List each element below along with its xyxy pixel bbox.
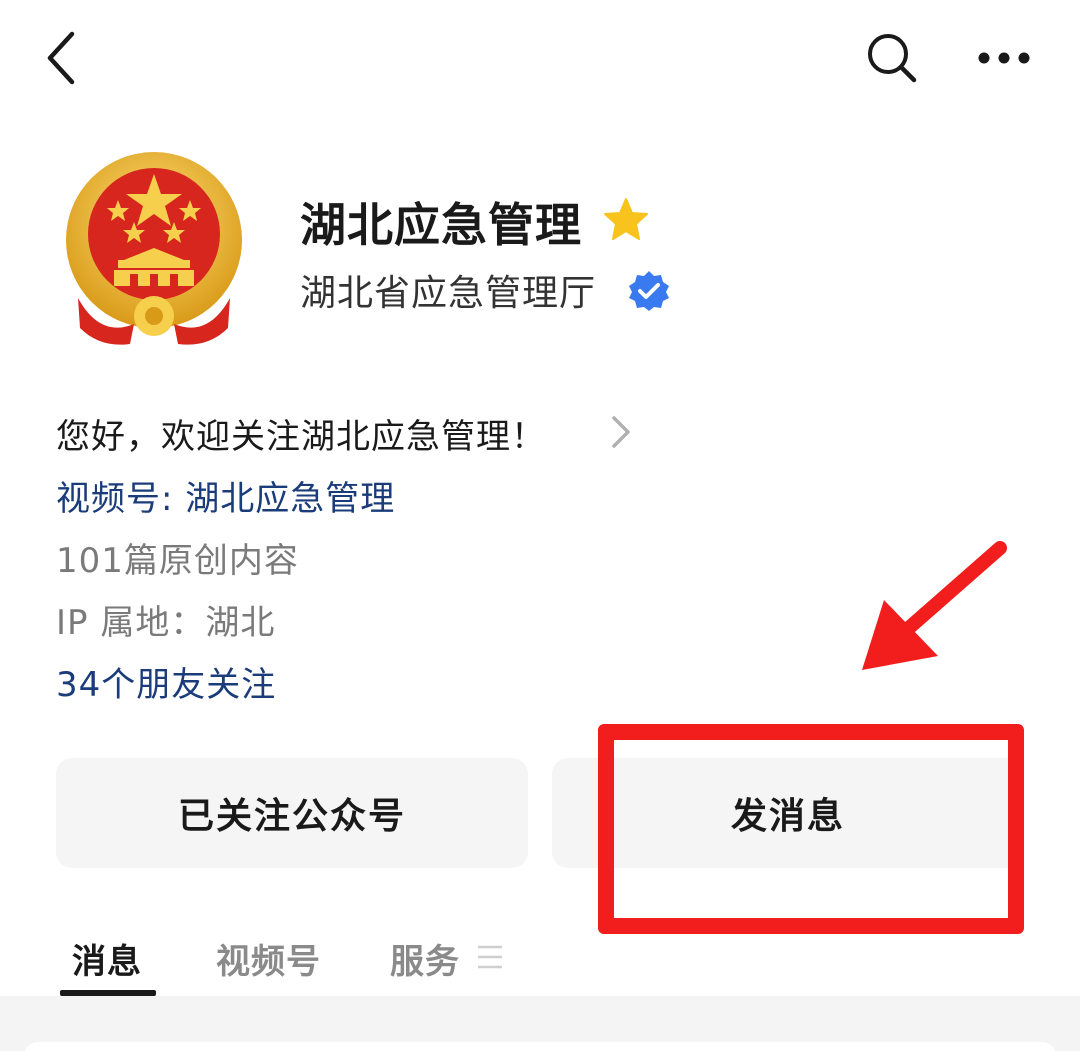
followed-account-button[interactable]: 已关注公众号	[56, 758, 528, 868]
menu-icon[interactable]	[476, 942, 504, 972]
search-button[interactable]	[856, 26, 928, 90]
account-name: 湖北应急管理	[300, 198, 582, 252]
chevron-right-icon[interactable]	[606, 414, 636, 450]
annotation-arrow-icon	[862, 541, 1007, 670]
back-button[interactable]	[30, 26, 94, 90]
ip-location: IP 属地：湖北	[56, 602, 276, 643]
intro-text[interactable]: 您好，欢迎关注湖北应急管理！	[56, 408, 546, 458]
message-card[interactable]	[24, 1042, 1056, 1051]
tab-messages[interactable]: 消息	[72, 930, 142, 986]
more-button[interactable]	[968, 26, 1040, 90]
organization-name[interactable]: 湖北省应急管理厅	[300, 262, 596, 318]
friends-following-link[interactable]: 34个朋友关注	[56, 656, 276, 706]
chevron-left-icon	[47, 31, 75, 85]
national-emblem-icon[interactable]	[60, 148, 248, 348]
verified-badge-icon	[629, 271, 669, 311]
more-horizontal-icon	[978, 52, 1030, 64]
video-channel-link[interactable]: 视频号: 湖北应急管理	[56, 470, 395, 520]
star-badge-icon[interactable]	[602, 196, 650, 244]
account-profile-page: 湖北应急管理 湖北省应急管理厅 您好，欢迎关注湖北应急管理！ 视频号: 湖北应急…	[0, 0, 1080, 1051]
highlight-box	[598, 724, 1024, 934]
search-icon	[868, 34, 917, 83]
tab-video-channel[interactable]: 视频号	[216, 930, 321, 986]
original-content-count[interactable]: 101篇原创内容	[56, 532, 299, 582]
tab-services[interactable]: 服务	[390, 930, 460, 986]
